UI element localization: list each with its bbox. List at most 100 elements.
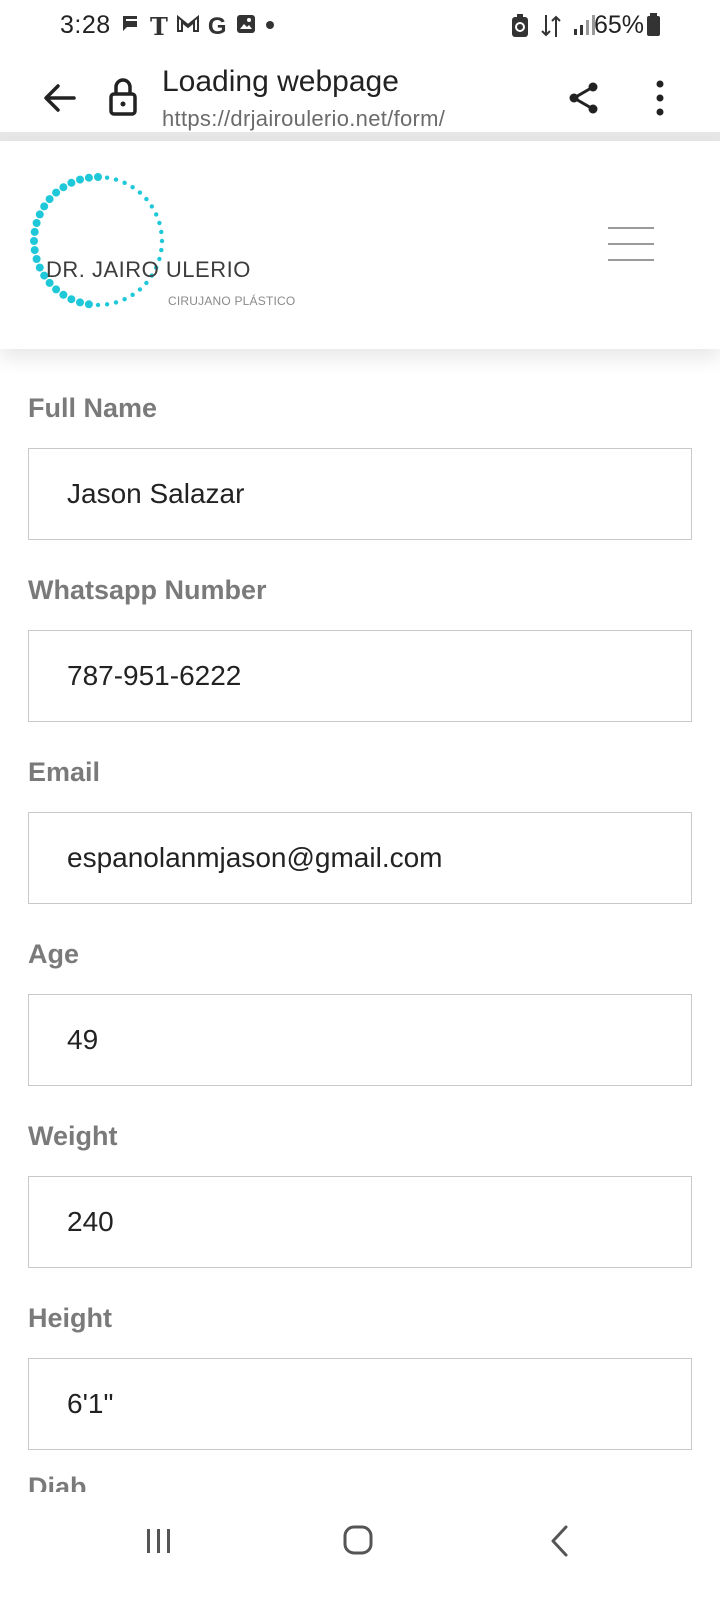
page-url[interactable]: https://drjairoulerio.net/form/ [162,106,445,132]
logo-dot [144,196,149,202]
logo-dot [67,295,76,304]
home-icon [343,1525,373,1555]
logo-dot [113,300,119,305]
whatsapp-input[interactable]: 787-951-6222 [28,630,692,722]
recents-icon [147,1529,170,1553]
logo-dot [35,263,44,272]
logo-dot [137,287,143,292]
field-label: Age [28,939,80,969]
logo-dot [30,246,39,255]
field-weight: Weight 240 [28,1118,692,1268]
logo-dot [137,190,143,195]
logo-dot [104,175,110,180]
status-time: 3:28 [60,11,111,39]
field-height: Height 6'1" [28,1300,692,1450]
tmobile-icon: T [150,12,168,41]
logo-dot [32,219,41,227]
logo-dot [40,202,49,211]
field-label: Full Name [28,393,158,423]
arrow-left-icon [44,84,76,112]
system-nav-bar [0,1496,720,1600]
back-button[interactable] [40,78,80,118]
menu-line [608,243,654,245]
field-whatsapp: Whatsapp Number 787-951-6222 [28,572,692,722]
more-vert-icon [656,80,664,116]
logo-dot [130,292,135,297]
logo-dot [45,195,54,204]
logo-dot [159,238,165,244]
logo-dot [84,173,93,182]
data-transfer-icon [540,13,562,44]
signal-icon [572,13,596,42]
battery-saver-icon [510,13,530,44]
menu-line [608,259,654,261]
logo-dot [59,290,68,299]
logo-dot [30,237,38,245]
page-loading-bar [0,132,720,141]
dot-icon [265,13,275,41]
field-label: Weight [28,1121,118,1151]
hamburger-menu-button[interactable] [608,227,654,261]
field-label: Diab [28,1476,87,1492]
logo-dot [30,227,39,236]
nav-back-button[interactable] [548,1524,572,1558]
logo-dot [32,255,41,263]
logo-dot [52,188,61,197]
logo-dot [94,173,102,181]
more-options-button[interactable] [650,78,670,118]
logo-main-text: DR. JAIRO ULERIO [46,257,251,282]
share-icon [569,82,598,114]
logo-sub-text: CIRUJANO PLÁSTICO [168,294,296,308]
chevron-left-icon [551,1525,568,1557]
logo-dot [122,180,127,185]
weight-input[interactable]: 240 [28,1176,692,1268]
logo-dot [95,302,101,308]
logo-dot [52,285,61,294]
logo-dot [122,297,127,302]
full-name-input[interactable]: Jason Salazar [28,448,692,540]
intake-form: Full Name Jason Salazar Whatsapp Number … [28,390,692,1482]
logo-dot [159,247,164,253]
battery-percent: 65% [594,11,645,39]
logo-dot [76,298,84,307]
logo-dot [149,204,154,209]
gmail-icon [176,14,200,40]
gallery-icon [235,13,257,41]
logo-dot [67,178,76,187]
field-email: Email espanolanmjason@gmail.com [28,754,692,904]
age-input[interactable]: 49 [28,994,692,1086]
home-button[interactable] [342,1524,374,1556]
menu-line [608,227,654,229]
logo-dot [113,177,119,182]
lock-icon[interactable] [108,74,138,118]
logo-dot [76,175,84,184]
field-label: Email [28,757,101,787]
page-title: Loading webpage [162,65,399,98]
field-age: Age 49 [28,936,692,1086]
site-header: DR. JAIRO ULERIO CIRUJANO PLÁSTICO [0,141,720,349]
notification-icons: T G [120,13,275,41]
partial-field-label: Diab [28,1476,148,1492]
logo-dot [104,302,110,307]
field-full-name: Full Name Jason Salazar [28,390,692,540]
field-label: Height [28,1303,112,1333]
logo-dot [154,212,159,217]
logo-dot [130,185,135,190]
logo-ring-icon [30,173,165,309]
google-icon: G [207,13,227,40]
logo-dot [157,220,162,226]
share-button[interactable] [566,80,602,116]
logo-dot [159,229,164,235]
battery-icon [647,13,660,36]
logo-dot [35,210,44,219]
height-input[interactable]: 6'1" [28,1358,692,1450]
logo-dot [84,300,93,309]
field-label: Whatsapp Number [28,575,267,605]
logo-dot [59,183,68,192]
site-logo[interactable]: DR. JAIRO ULERIO CIRUJANO PLÁSTICO [26,171,295,311]
status-bar: 3:28 T G 65% [0,0,720,52]
email-input[interactable]: espanolanmjason@gmail.com [28,812,692,904]
chat-icon [120,13,142,41]
recents-button[interactable] [144,1526,174,1556]
browser-toolbar: Loading webpage https://drjairoulerio.ne… [0,52,720,132]
